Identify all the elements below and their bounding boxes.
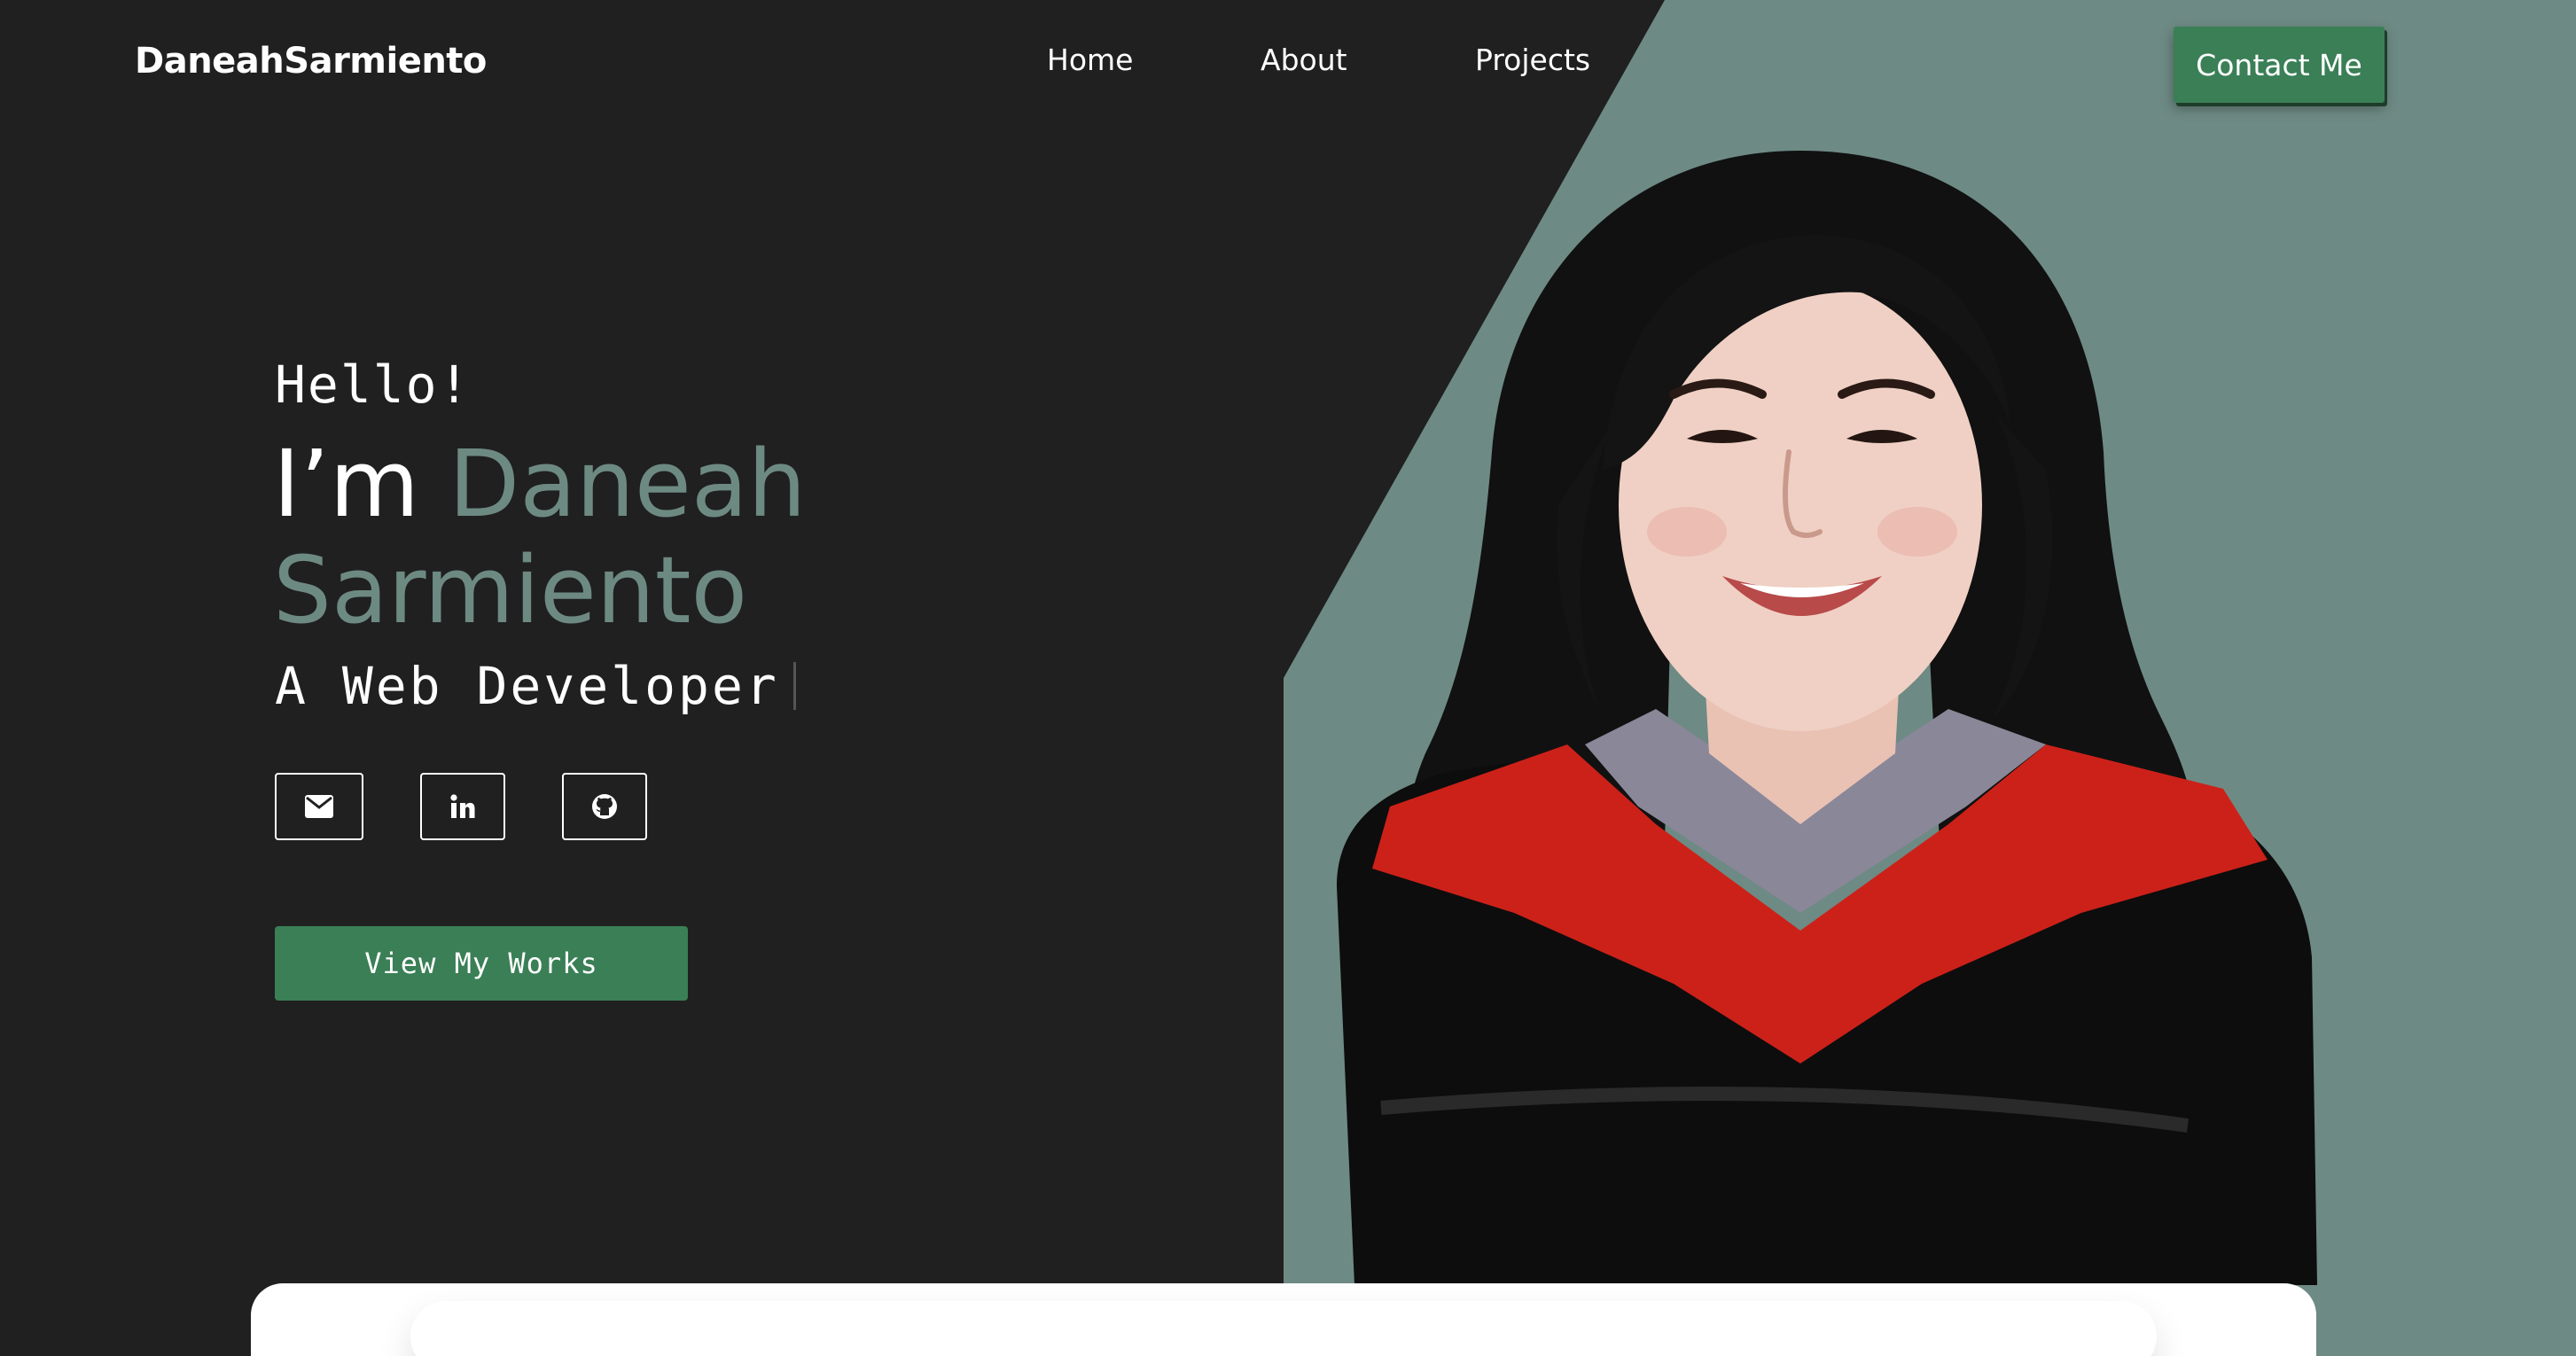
github-icon bbox=[592, 794, 617, 819]
linkedin-button[interactable] bbox=[420, 773, 505, 840]
linkedin-icon bbox=[450, 794, 475, 818]
hero-first-name: Daneah bbox=[449, 430, 807, 538]
about-section-card bbox=[251, 1283, 2316, 1356]
view-my-works-button[interactable]: View My Works bbox=[275, 926, 688, 1001]
contact-me-button[interactable]: Contact Me bbox=[2174, 27, 2385, 103]
site-logo[interactable]: DaneahSarmiento bbox=[135, 41, 487, 82]
profile-portrait bbox=[1337, 151, 2317, 1285]
nav-about-link[interactable]: About bbox=[1261, 43, 1347, 77]
hero-role-line: A Web Developer bbox=[275, 656, 796, 716]
typing-cursor bbox=[792, 662, 796, 710]
hero-intro: I’m bbox=[273, 430, 449, 538]
hero-role: A Web Developer bbox=[275, 656, 779, 716]
hero-last-name: Sarmiento bbox=[273, 536, 748, 644]
nav-home-link[interactable]: Home bbox=[1047, 43, 1133, 77]
email-button[interactable] bbox=[275, 773, 363, 840]
page: DaneahSarmiento Home About Projects Cont… bbox=[0, 0, 2576, 1356]
envelope-icon bbox=[305, 795, 333, 818]
github-button[interactable] bbox=[562, 773, 647, 840]
hero-greeting: Hello! bbox=[275, 355, 472, 415]
card-inner-shadow bbox=[410, 1301, 2157, 1356]
portrait-cheek-right bbox=[1877, 507, 1957, 557]
portrait-cheek-left bbox=[1647, 507, 1727, 557]
hero-headline: I’m Daneah Sarmiento bbox=[273, 431, 1071, 643]
nav-projects-link[interactable]: Projects bbox=[1475, 43, 1590, 77]
